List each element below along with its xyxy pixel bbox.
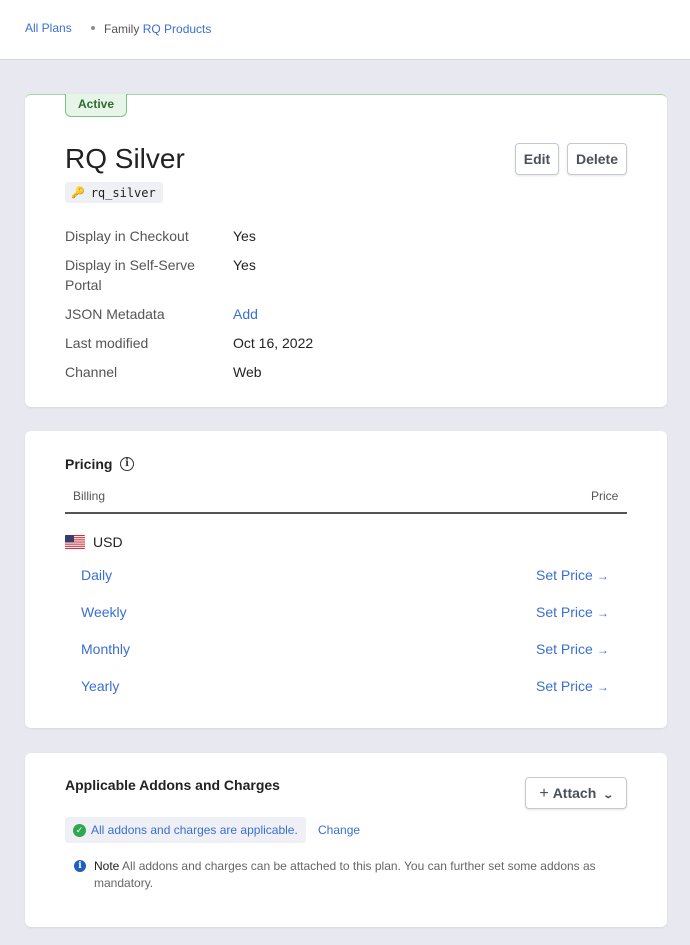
key-icon: 🔑 <box>71 187 85 199</box>
plan-title: RQ Silver <box>65 143 185 174</box>
set-price-daily[interactable]: Set Price → <box>536 567 609 583</box>
info-circle-icon: i <box>74 860 86 872</box>
plus-icon: + <box>539 785 549 802</box>
set-price-label: Set Price <box>536 604 593 620</box>
pricing-card: Pricing i Billing Price USD Daily Set Pr… <box>25 431 667 728</box>
applicable-status: ✓ All addons and charges are applicable. <box>65 817 306 843</box>
period-weekly[interactable]: Weekly <box>81 604 127 620</box>
set-price-weekly[interactable]: Set Price → <box>536 604 609 620</box>
applicable-text: All addons and charges are applicable. <box>91 823 298 837</box>
pricing-title: Pricing <box>65 456 113 472</box>
set-price-monthly[interactable]: Set Price → <box>536 641 609 657</box>
chevron-down-icon: ⌄ <box>602 790 615 801</box>
detail-value-last-modified: Oct 16, 2022 <box>233 335 314 351</box>
info-icon[interactable]: i <box>120 457 134 471</box>
set-price-yearly[interactable]: Set Price → <box>536 678 609 694</box>
attach-label: Attach <box>552 785 597 801</box>
detail-label-checkout: Display in Checkout <box>65 228 189 244</box>
detail-value-self-serve: Yes <box>233 257 256 273</box>
add-metadata-link[interactable]: Add <box>233 304 258 324</box>
period-daily[interactable]: Daily <box>81 567 112 583</box>
addons-title: Applicable Addons and Charges <box>65 777 280 793</box>
check-circle-icon: ✓ <box>73 823 86 837</box>
delete-button[interactable]: Delete <box>567 143 627 175</box>
arrow-right-icon: → <box>596 606 609 620</box>
price-column-header: Price <box>591 489 619 503</box>
top-bar: All Plans Family RQ Products <box>0 0 690 60</box>
note-label: Note <box>94 859 120 873</box>
currency-label: USD <box>93 534 123 550</box>
arrow-right-icon: → <box>596 643 609 657</box>
addons-card: Applicable Addons and Charges + Attach ⌄ ✓… <box>25 753 667 927</box>
breadcrumb-all-plans[interactable]: All Plans <box>25 21 72 35</box>
note-text: All addons and charges can be attached t… <box>94 859 596 890</box>
addons-note: Note All addons and charges can be attac… <box>94 858 614 892</box>
breadcrumb-family-prefix: Family <box>104 22 140 36</box>
detail-label-self-serve: Display in Self-Serve Portal <box>65 257 195 293</box>
breadcrumb-family: Family RQ Products <box>104 22 211 36</box>
set-price-label: Set Price <box>536 641 593 657</box>
plan-id: rq_silver <box>90 185 156 200</box>
change-link[interactable]: Change <box>318 823 360 837</box>
plan-id-chip: 🔑 rq_silver <box>65 182 163 203</box>
period-yearly[interactable]: Yearly <box>81 678 119 694</box>
arrow-right-icon: → <box>596 569 609 583</box>
edit-button[interactable]: Edit <box>515 143 559 175</box>
breadcrumb-family-link[interactable]: RQ Products <box>143 22 212 36</box>
set-price-label: Set Price <box>536 678 593 694</box>
detail-value-checkout: Yes <box>233 228 256 244</box>
status-badge: Active <box>65 94 127 117</box>
header-divider <box>65 512 627 514</box>
us-flag-icon <box>65 535 85 549</box>
arrow-right-icon: → <box>596 680 609 694</box>
period-monthly[interactable]: Monthly <box>81 641 130 657</box>
detail-value-channel: Web <box>233 364 262 380</box>
attach-button[interactable]: + Attach ⌄ <box>525 777 627 809</box>
detail-label-channel: Channel <box>65 364 118 380</box>
detail-label-json-metadata: JSON Metadata <box>65 306 165 322</box>
set-price-label: Set Price <box>536 567 593 583</box>
plan-details-card: Active RQ Silver Edit Delete 🔑 rq_silver… <box>25 94 667 407</box>
breadcrumb-separator <box>91 26 95 30</box>
detail-label-last-modified: Last modified <box>65 335 149 351</box>
billing-column-header: Billing <box>73 489 106 503</box>
